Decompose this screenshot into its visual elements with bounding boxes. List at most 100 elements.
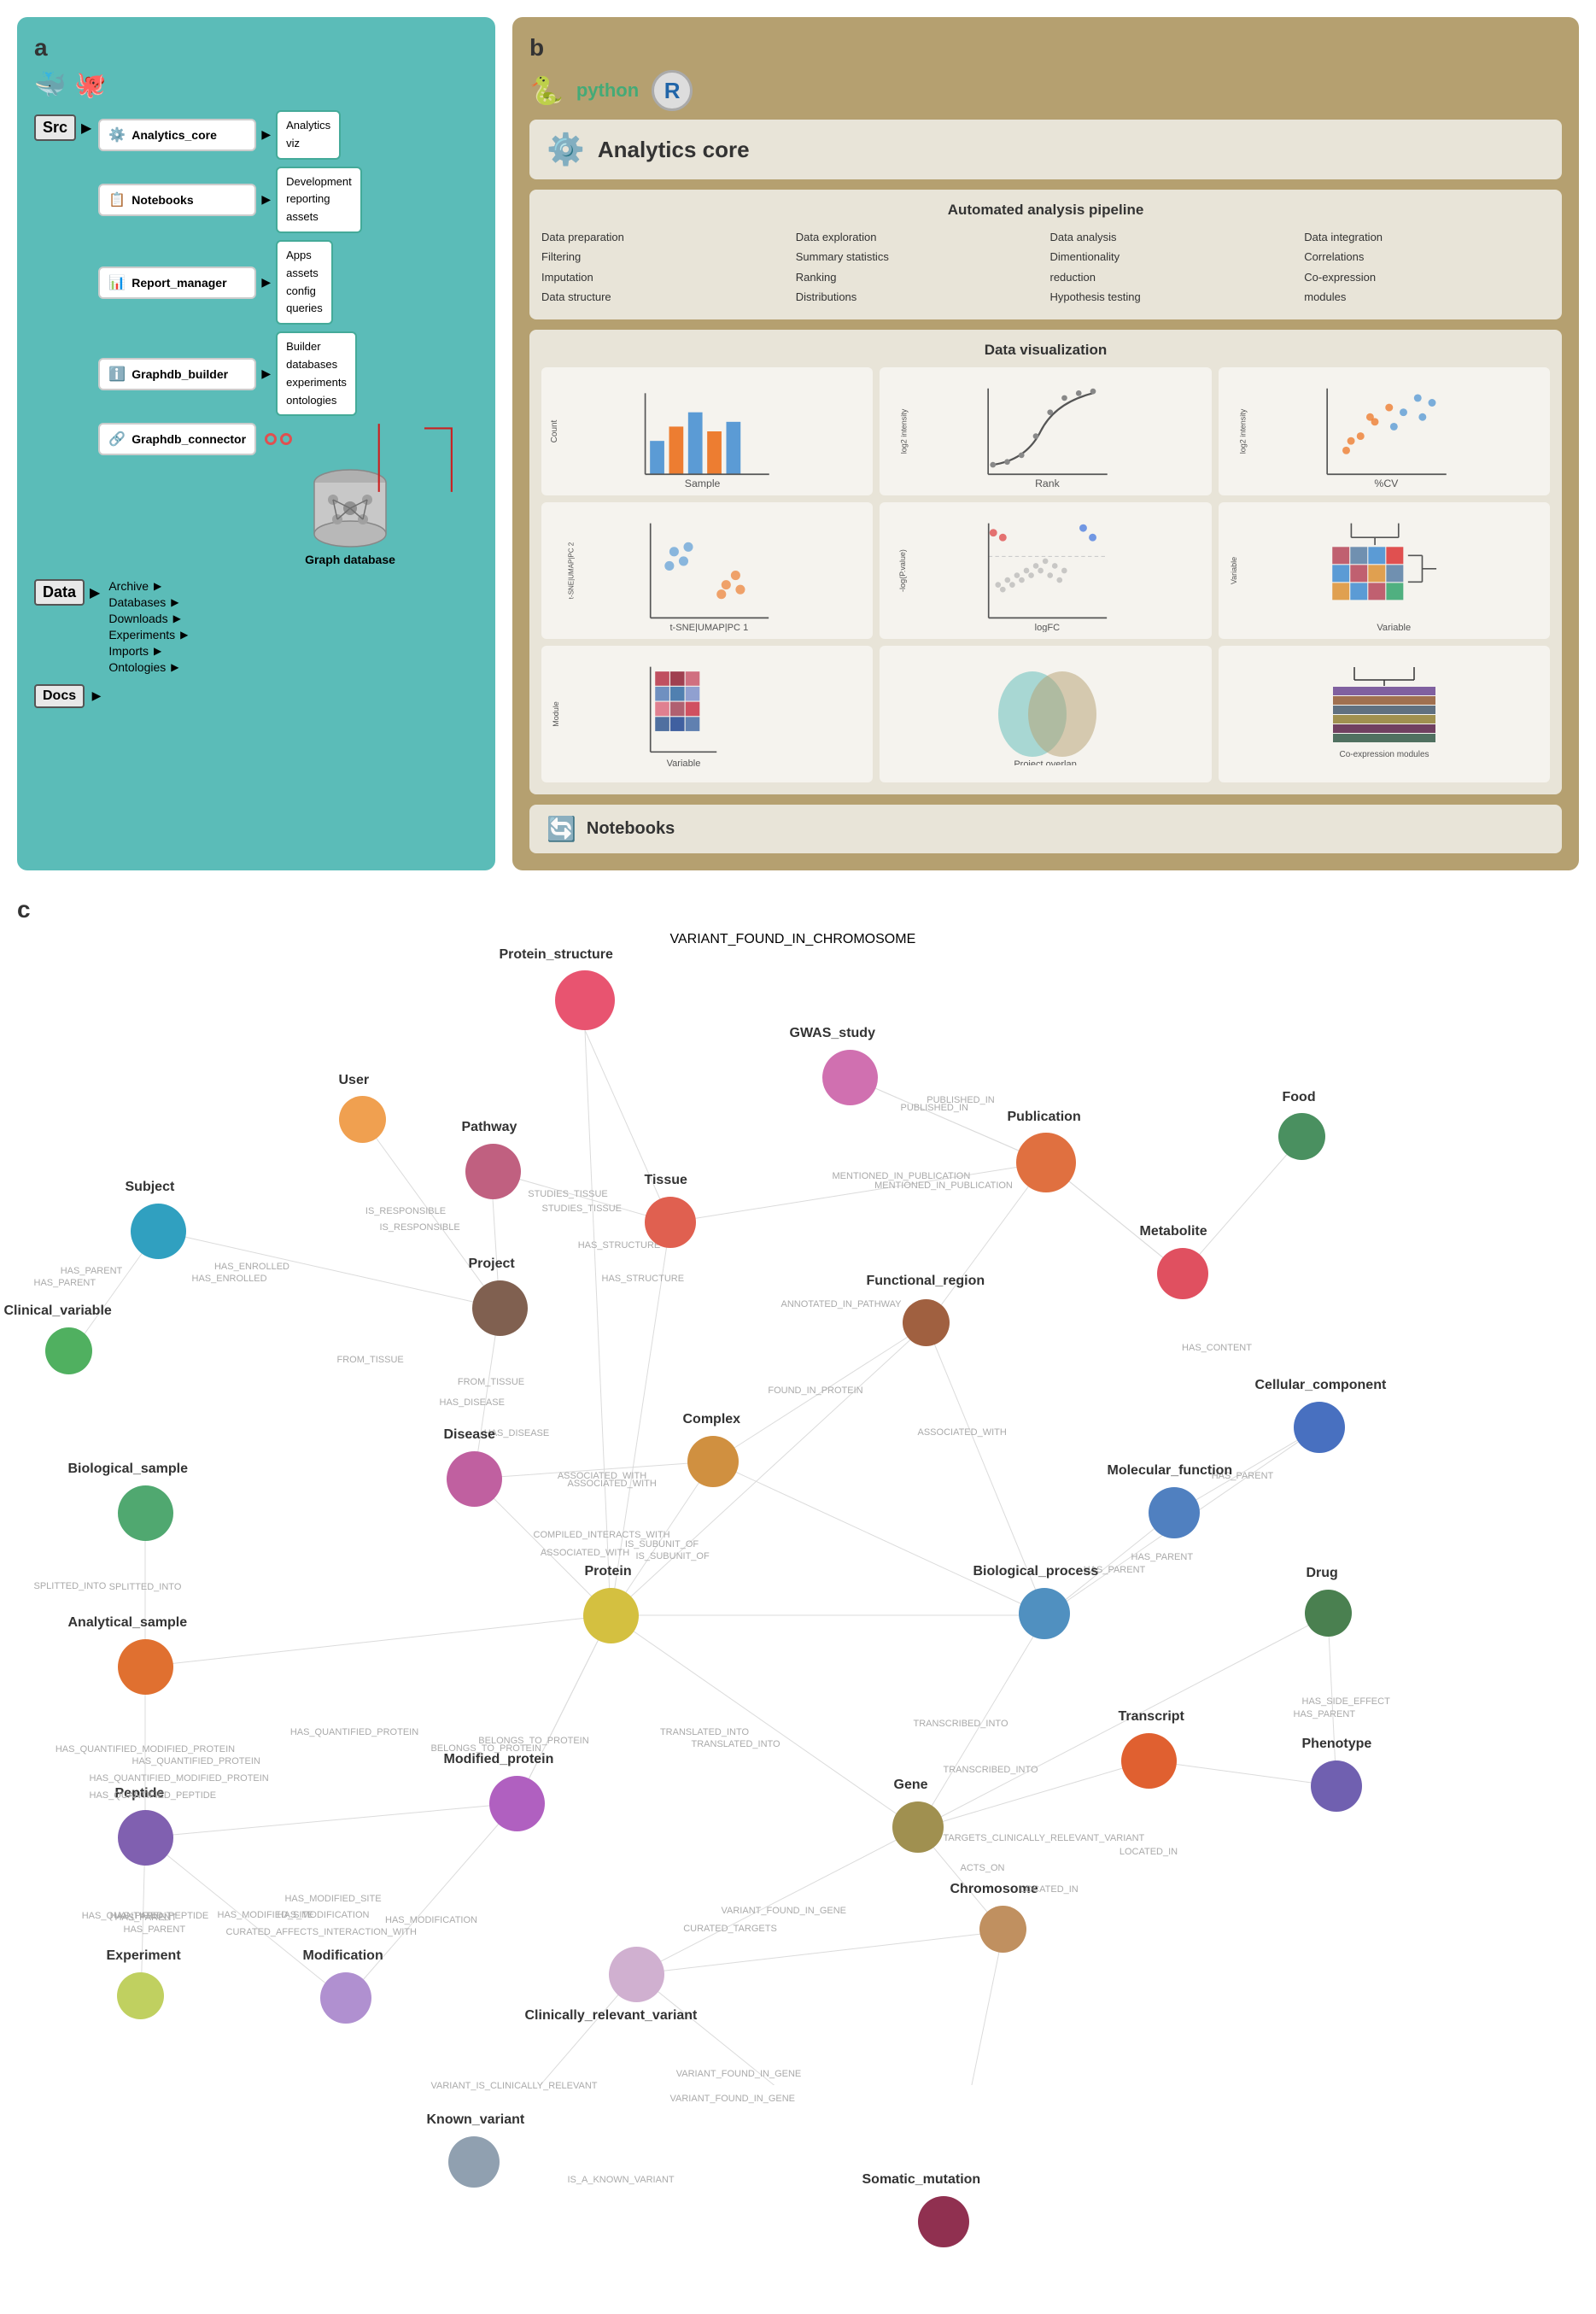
svg-text:%CV: %CV — [1374, 477, 1399, 488]
node-label-clinically-relevant-variant: Clinically_relevant_variant — [525, 2008, 698, 2024]
data-label: Data — [34, 579, 85, 606]
panel-b-label: b — [529, 34, 1562, 62]
node-label-protein-structure: Protein_structure — [500, 947, 613, 963]
svg-text:MENTIONED_IN_PUBLICATION: MENTIONED_IN_PUBLICATION — [874, 1180, 1013, 1191]
data-item-experiments-arrow: ▶ — [180, 629, 188, 641]
svg-text:logFC: logFC — [1035, 622, 1061, 631]
node-label-modification: Modification — [303, 1948, 383, 1964]
data-item-archive[interactable]: Archive — [108, 579, 149, 593]
node-label-modified-protein: Modified_protein — [444, 1752, 554, 1767]
pipeline-col-1: Data preparationFilteringImputationData … — [541, 227, 787, 308]
svg-text:t-SNE|UMAP|PC 1: t-SNE|UMAP|PC 1 — [669, 622, 748, 631]
graphdb-builder-icon: ℹ️ — [108, 366, 126, 383]
data-item-ontologies[interactable]: Ontologies — [108, 660, 166, 674]
pipeline-grid: Data preparationFilteringImputationData … — [541, 227, 1550, 308]
bar-chart-cell: Count Sample — [541, 367, 873, 495]
panel-b-header: 🐍 python R — [529, 70, 1562, 111]
panel-a: a 🐳 🐙 Src ▶ — [17, 17, 495, 870]
node-phenotype — [1311, 1760, 1362, 1812]
node-label-transcript: Transcript — [1119, 1709, 1184, 1725]
node-project — [472, 1280, 528, 1336]
edge-label-variant-clinically: VARIANT_IS_CLINICALLY_RELEVANT — [431, 2081, 598, 2091]
edge-label-associated-1: ASSOCIATED_WITH — [568, 1479, 657, 1489]
edge-label-curated-affects: CURATED_AFFECTS_INTERACTION_WITH — [226, 1927, 417, 1937]
svg-text:CURATED_TARGETS: CURATED_TARGETS — [683, 1924, 777, 1934]
node-label-cellular-component: Cellular_component — [1255, 1378, 1387, 1393]
svg-text:HAS_CONTENT: HAS_CONTENT — [1182, 1343, 1252, 1353]
node-label-drug: Drug — [1307, 1566, 1338, 1581]
svg-text:Variable: Variable — [1377, 622, 1411, 631]
node-label-experiment: Experiment — [107, 1948, 181, 1964]
analytics-core-title: Analytics core — [598, 137, 750, 163]
node-publication — [1016, 1133, 1076, 1192]
edge-label-variant-found-gene: VARIANT_FOUND_IN_GENE — [722, 1906, 847, 1916]
graph-database-label: Graph database — [305, 553, 395, 566]
svg-text:STUDIES_TISSUE: STUDIES_TISSUE — [528, 1189, 608, 1199]
data-item-downloads[interactable]: Downloads — [108, 612, 167, 625]
node-clinical-variable — [45, 1327, 92, 1374]
coexpr-chart-cell: Co-expression modules — [1219, 646, 1550, 782]
edge-label-quant-mod-protein: HAS_QUANTIFIED_MODIFIED_PROTEIN — [90, 1773, 269, 1784]
edge-label-is-known-variant: IS_A_KNOWN_VARIANT — [568, 2175, 675, 2185]
node-drug — [1305, 1590, 1352, 1637]
node-label-known-variant: Known_variant — [427, 2112, 525, 2128]
edge-label-quant-peptide: HAS_QUANTIFIED_PEPTIDE — [90, 1790, 217, 1801]
svg-text:Rank: Rank — [1035, 477, 1061, 488]
edge-label-has-structure: HAS_STRUCTURE — [602, 1274, 685, 1284]
node-label-metabolite: Metabolite — [1140, 1224, 1207, 1239]
src-label: Src — [34, 114, 76, 141]
data-item-experiments[interactable]: Experiments — [108, 628, 175, 641]
node-biological-process — [1019, 1588, 1070, 1639]
docker-icon: 🐳 — [34, 70, 66, 100]
svg-text:FROM_TISSUE: FROM_TISSUE — [457, 1377, 523, 1387]
node-modified-protein — [489, 1776, 545, 1831]
docs-arrow: ▶ — [92, 688, 102, 702]
node-label-biological-sample: Biological_sample — [68, 1462, 189, 1477]
data-item-imports[interactable]: Imports — [108, 644, 149, 658]
dataviz-title: Data visualization — [541, 342, 1550, 359]
node-label-user: User — [339, 1073, 370, 1088]
data-item-databases[interactable]: Databases — [108, 595, 166, 609]
node-label-disease: Disease — [444, 1427, 496, 1443]
analytics-core-box: ⚙️ Analytics core — [529, 120, 1562, 179]
item-arrow-2: ▶ — [261, 192, 271, 207]
module-y-label: Module — [552, 701, 560, 727]
svg-text:HAS_QUANTIFIED_MODIFIED_PROTEI: HAS_QUANTIFIED_MODIFIED_PROTEIN — [55, 1744, 234, 1755]
docs-label[interactable]: Docs — [34, 684, 85, 708]
node-label-biological-process: Biological_process — [973, 1564, 1099, 1579]
edge-label-is-subunit: IS_SUBUNIT_OF — [636, 1551, 710, 1561]
svg-text:TRANSCRIBED_INTO: TRANSCRIBED_INTO — [913, 1719, 1008, 1729]
heatmap-y-label: Variable — [1230, 556, 1238, 583]
pipeline-col-2: Data explorationSummary statisticsRankin… — [796, 227, 1042, 308]
python-text: python — [576, 79, 639, 102]
node-transcript — [1121, 1733, 1177, 1789]
node-analytical-sample — [118, 1639, 173, 1695]
svg-text:LOCATED_IN: LOCATED_IN — [1119, 1847, 1177, 1857]
volcano-y-label: -log(P.value) — [898, 549, 907, 592]
node-label-pathway: Pathway — [462, 1120, 517, 1135]
node-metabolite — [1157, 1248, 1208, 1299]
data-item-archive-arrow: ▶ — [154, 580, 161, 592]
data-arrow: ▶ — [90, 584, 100, 601]
node-label-molecular-function: Molecular_function — [1108, 1463, 1233, 1479]
pipeline-col-3: Data analysisDimentionalityreductionHypo… — [1050, 227, 1296, 308]
notebooks-title: Notebooks — [587, 819, 675, 839]
edge-label-translated-into: TRANSLATED_INTO — [692, 1739, 780, 1749]
node-subject — [131, 1204, 186, 1259]
node-molecular-function — [1149, 1487, 1200, 1538]
svg-text:HAS_MODIFICATION: HAS_MODIFICATION — [385, 1915, 477, 1925]
edge-label-has-parent-drug: HAS_PARENT — [1294, 1709, 1356, 1719]
node-functional-region — [903, 1299, 950, 1346]
node-food — [1278, 1113, 1325, 1160]
node-known-variant — [448, 2136, 500, 2188]
node-modification — [320, 1972, 371, 2024]
analytics-core-subitems: Analyticsviz — [276, 110, 341, 160]
node-cellular-component — [1294, 1402, 1345, 1453]
tsne-chart-cell: t-SNE|UMAP|PC 2 — [541, 502, 873, 639]
edge-label-has-side-effect: HAS_SIDE_EFFECT — [1302, 1696, 1390, 1707]
svg-text:IS_SUBUNIT_OF: IS_SUBUNIT_OF — [624, 1539, 698, 1550]
notebooks-subitems: Developmentreportingassets — [276, 167, 362, 233]
edge-label-has-parent-4: HAS_PARENT — [124, 1924, 186, 1935]
edge-label-has-enrolled: HAS_ENROLLED — [192, 1274, 267, 1284]
scatter-y-label: log2 intensity — [1238, 408, 1247, 454]
